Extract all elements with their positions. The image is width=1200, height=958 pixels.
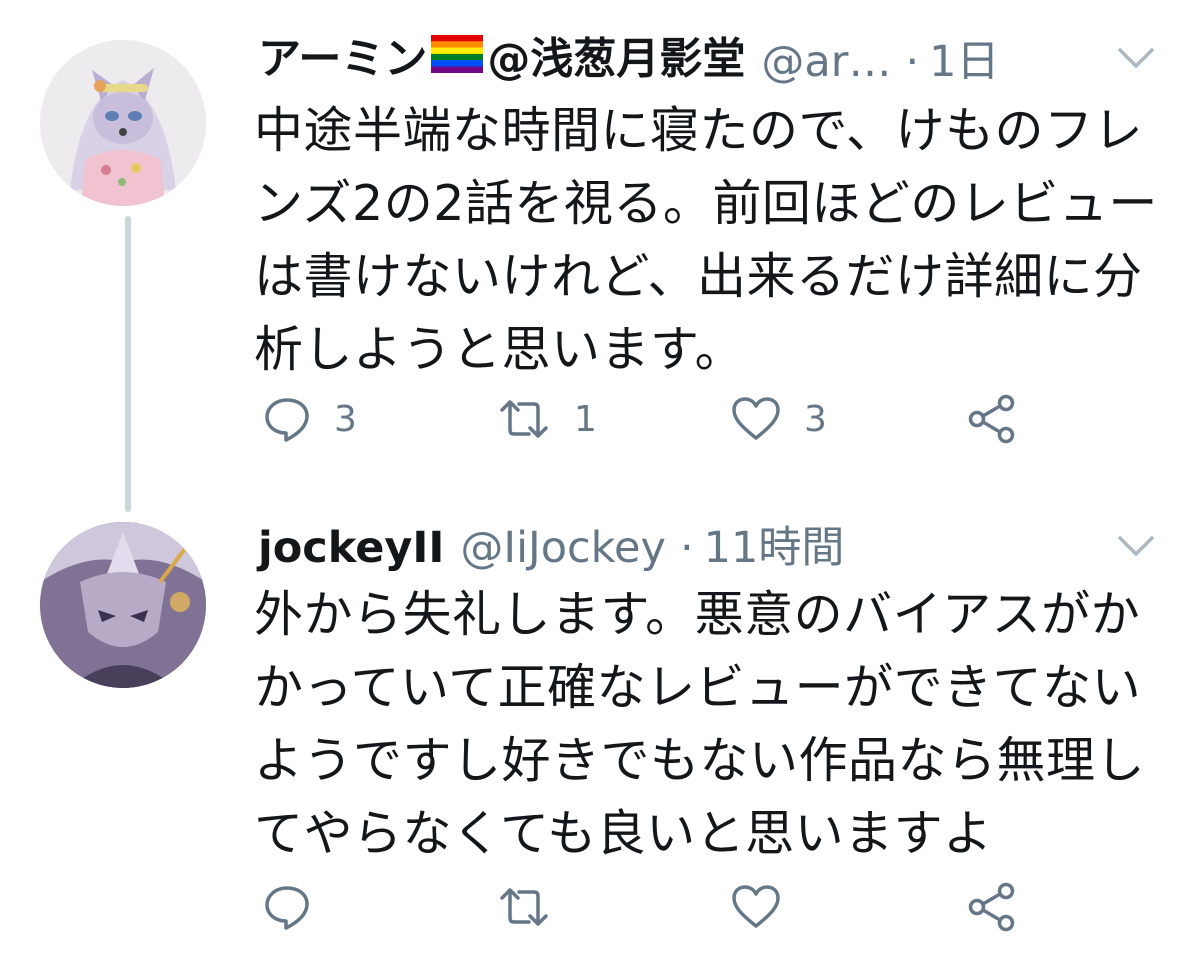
tweet-text-line: は書けないけれど、出来るだけ詳細に分 [254,248,1143,305]
display-name-suffix[interactable]: @浅葱月影堂 [487,35,745,85]
user-handle[interactable]: @ar… [761,34,891,90]
tweet-text-line: 析しようと思います。 [254,321,745,378]
tweet-text-line: ようですし好きでもない作品なら無理し [254,732,1146,789]
heart-icon [730,882,782,932]
share-button[interactable] [966,872,1018,942]
share-button[interactable] [966,384,1018,454]
like-count: 3 [804,398,827,440]
tweet-text-line: てやらなくても良いと思いますよ [254,805,993,862]
tweet-text-line: かっていて正確なレビューができてない [254,659,1142,716]
avatar-jockey[interactable] [40,522,206,688]
tweet-2[interactable]: jockeyII @IiJockey · 11時間 外から失礼します。悪意のバイ… [0,470,1200,958]
reply-button[interactable] [262,872,312,942]
tweet-text: 外から失礼します。悪意のバイアスがか かっていて正確なレビューができてない よう… [254,578,1174,870]
share-icon [966,393,1018,445]
user-handle[interactable]: @IiJockey [460,520,666,576]
tweet-text: 中途半端な時間に寝たので、けものフレ ンズ2の2話を視る。前回ほどのレビュー は… [254,94,1174,386]
display-name[interactable]: アーミン @浅葱月影堂 [258,31,745,93]
tweet-text-line: 中途半端な時間に寝たので、けものフレ [254,102,1144,159]
chevron-down-icon[interactable] [1116,530,1156,560]
timestamp[interactable]: 1日 [929,34,999,90]
retweet-count: 1 [574,398,597,440]
reply-icon [262,882,312,932]
share-icon [966,881,1018,933]
tweet-actions [0,872,1200,942]
tweet-1[interactable]: アーミン @浅葱月影堂 @ar… · 1日 中途半端な時間に寝たので、けものフレ… [0,0,1200,470]
tweet-text-line: 外から失礼します。悪意のバイアスがか [254,586,1141,643]
tweet-header: アーミン @浅葱月影堂 @ar… · 1日 [258,34,1160,90]
retweet-button[interactable] [496,872,552,942]
heart-icon [730,394,782,444]
display-name-text[interactable]: アーミン [258,35,427,85]
timestamp[interactable]: 11時間 [704,520,845,576]
tweet-text-line: ンズ2の2話を視る。前回ほどのレビュー [254,175,1158,232]
separator: · [905,37,920,87]
reply-icon [262,394,312,444]
avatar-armin[interactable] [40,40,206,206]
reply-button[interactable]: 3 [262,384,357,454]
rainbow-flag-icon [431,31,484,87]
tweet-actions: 3 1 3 [0,384,1200,454]
reply-count: 3 [334,398,357,440]
retweet-icon [496,394,552,444]
retweet-icon [496,882,552,932]
retweet-button[interactable]: 1 [496,384,597,454]
separator: · [679,523,694,573]
chevron-down-icon[interactable] [1116,42,1156,72]
like-button[interactable] [730,872,782,942]
display-name[interactable]: jockeyII [258,520,444,576]
like-button[interactable]: 3 [730,384,827,454]
tweet-header: jockeyII @IiJockey · 11時間 [258,520,1160,576]
